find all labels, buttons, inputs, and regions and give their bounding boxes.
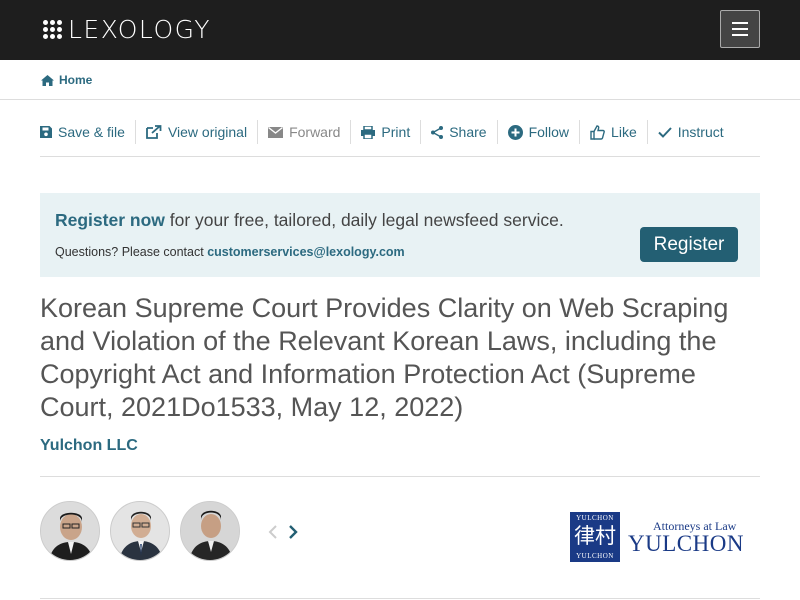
forward-button[interactable]: Forward <box>258 120 352 144</box>
divider <box>40 476 760 477</box>
questions-text: Questions? Please contact <box>55 245 208 259</box>
share-label: Share <box>449 124 487 140</box>
banner-tagline: for your free, tailored, daily legal new… <box>164 210 564 230</box>
register-now-link[interactable]: Register now <box>55 210 165 230</box>
forward-label: Forward <box>289 124 341 140</box>
share-icon <box>431 125 444 139</box>
seal-top-text: YULCHON <box>576 514 614 522</box>
breadcrumb[interactable]: Home <box>41 73 92 87</box>
logo-text: LEXOLOGY <box>68 14 212 44</box>
author-avatar[interactable] <box>180 501 240 561</box>
thumbs-up-icon <box>590 124 605 140</box>
save-icon <box>40 126 52 138</box>
instruct-button[interactable]: Instruct <box>648 120 734 144</box>
plus-circle-icon <box>507 124 523 140</box>
banner-contact: Questions? Please contact customerservic… <box>55 245 405 259</box>
article-title: Korean Supreme Court Provides Clarity on… <box>40 293 729 422</box>
view-original-button[interactable]: View original <box>136 120 259 144</box>
print-button[interactable]: Print <box>351 120 422 144</box>
logo-dots-icon <box>43 19 62 39</box>
yulchon-seal: YULCHON 律村 YULCHON <box>570 512 620 562</box>
envelope-icon <box>268 126 284 138</box>
view-original-label: View original <box>167 124 248 140</box>
hamburger-icon <box>732 22 748 24</box>
banner-headline: Register now for your free, tailored, da… <box>55 210 564 231</box>
chevron-left-icon <box>268 525 277 539</box>
article-toolbar: Save & file View original Forward Print … <box>40 120 760 157</box>
firm-name: YULCHON <box>628 531 744 556</box>
top-navigation-bar: LEXOLOGY <box>0 0 800 60</box>
print-label: Print <box>381 124 411 140</box>
yulchon-firm-logo[interactable]: YULCHON 律村 YULCHON Attorneys at Law YULC… <box>570 512 745 564</box>
save-and-file-label: Save & file <box>58 124 125 140</box>
follow-label: Follow <box>528 124 570 140</box>
print-icon <box>361 125 376 139</box>
carousel-prev-button[interactable] <box>268 524 278 545</box>
breadcrumb-bar: Home <box>0 60 800 100</box>
carousel-next-button[interactable] <box>288 524 298 545</box>
seal-bottom-text: YULCHON <box>576 552 614 560</box>
save-and-file-button[interactable]: Save & file <box>40 120 136 144</box>
like-label: Like <box>611 124 637 140</box>
check-icon <box>658 126 672 138</box>
lexology-logo[interactable]: LEXOLOGY <box>43 14 211 44</box>
share-button[interactable]: Share <box>421 120 498 144</box>
customer-service-email-link[interactable]: customerservices@lexology.com <box>207 245 404 259</box>
breadcrumb-home-link[interactable]: Home <box>59 73 92 87</box>
article-author-link[interactable]: Yulchon LLC <box>40 437 138 455</box>
instruct-label: Instruct <box>677 124 724 140</box>
like-button[interactable]: Like <box>580 120 648 144</box>
external-link-icon <box>146 125 162 139</box>
chevron-right-icon <box>289 525 298 539</box>
hamburger-menu-button[interactable] <box>720 10 760 48</box>
author-avatar[interactable] <box>40 501 100 561</box>
seal-characters: 律村 <box>574 524 616 548</box>
register-button[interactable]: Register <box>640 227 738 262</box>
author-avatar[interactable] <box>110 501 170 561</box>
divider <box>40 598 760 599</box>
follow-button[interactable]: Follow <box>498 120 581 144</box>
register-banner: Register now for your free, tailored, da… <box>40 193 760 277</box>
home-icon <box>41 74 54 86</box>
